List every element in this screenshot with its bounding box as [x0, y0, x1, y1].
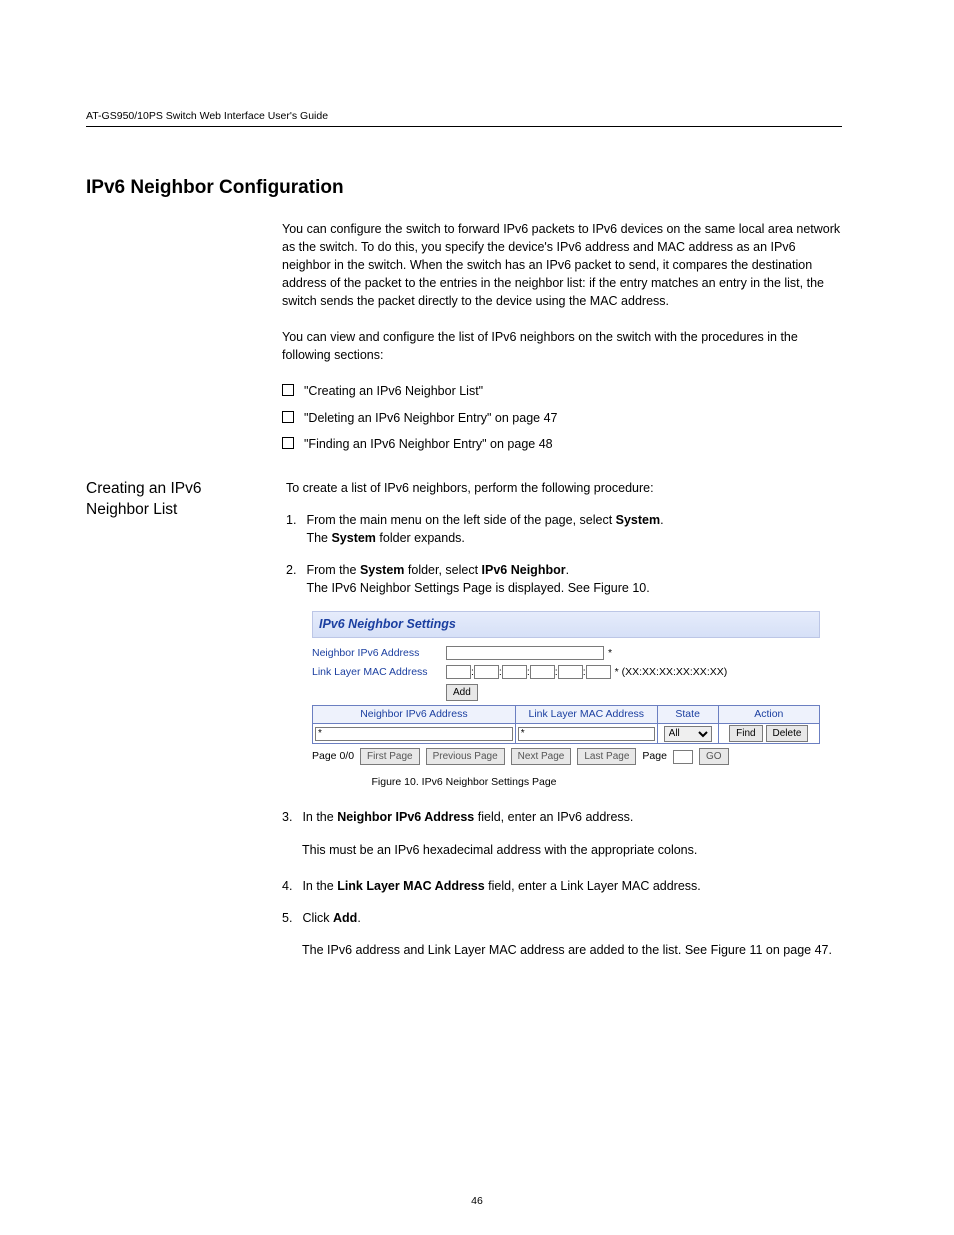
step-text: From the System folder, select IPv6 Neig… — [306, 563, 649, 595]
page-number: 46 — [0, 1195, 954, 1207]
list-item: "Finding an IPv6 Neighbor Entry" on page… — [282, 435, 842, 453]
step-text: From the main menu on the left side of t… — [306, 513, 663, 545]
step-5: 5. Click Add. — [282, 909, 842, 927]
step-5-note: The IPv6 address and Link Layer MAC addr… — [302, 941, 842, 959]
pagination-row: Page 0/0 First Page Previous Page Next P… — [312, 748, 820, 765]
intro-paragraph-2: You can view and configure the list of I… — [282, 328, 842, 364]
neighbor-table: Neighbor IPv6 Address Link Layer MAC Add… — [312, 705, 820, 744]
filter-mac-input[interactable] — [518, 727, 655, 741]
section-body: To create a list of IPv6 neighbors, perf… — [286, 479, 842, 612]
mac-octet-5[interactable] — [558, 665, 583, 679]
step-text: Click Add. — [302, 909, 360, 927]
mac-octet-4[interactable] — [530, 665, 555, 679]
add-button[interactable]: Add — [446, 684, 478, 701]
step-number: 1. — [286, 511, 296, 547]
col-state: State — [657, 705, 718, 723]
neighbor-ipv6-row: Neighbor IPv6 Address * — [312, 646, 820, 661]
delete-button[interactable]: Delete — [766, 725, 809, 742]
panel-title: IPv6 Neighbor Settings — [312, 611, 820, 637]
link-layer-mac-row: Link Layer MAC Address : : : : : * (XX:X… — [312, 665, 820, 680]
page-body: IPv6 Neighbor Configuration You can conf… — [86, 170, 842, 977]
step-3: 3. In the Neighbor IPv6 Address field, e… — [282, 808, 842, 826]
subsection-title: Creating an IPv6 Neighbor List — [86, 479, 256, 612]
link-layer-mac-label: Link Layer MAC Address — [312, 665, 446, 680]
mac-octet-1[interactable] — [446, 665, 471, 679]
required-star: * — [608, 646, 612, 661]
bullet-icon — [282, 411, 294, 423]
state-select[interactable]: All — [664, 726, 712, 742]
col-link-layer-mac: Link Layer MAC Address — [515, 705, 657, 723]
step-3-note: This must be an IPv6 hexadecimal address… — [302, 841, 842, 859]
intro-paragraph: You can configure the switch to forward … — [282, 220, 842, 311]
mac-format-hint: * (XX:XX:XX:XX:XX:XX) — [615, 665, 728, 680]
step-number: 2. — [286, 561, 296, 597]
find-button[interactable]: Find — [729, 725, 762, 742]
step-number: 4. — [282, 877, 292, 895]
bullet-icon — [282, 437, 294, 449]
step-text: In the Neighbor IPv6 Address field, ente… — [302, 808, 633, 826]
toc-list: "Creating an IPv6 Neighbor List" "Deleti… — [282, 382, 842, 452]
page-header: AT-GS950/10PS Switch Web Interface User'… — [86, 110, 842, 127]
previous-page-button[interactable]: Previous Page — [426, 748, 505, 765]
page-word: Page — [642, 749, 667, 764]
page-number-input[interactable] — [673, 750, 693, 764]
page-title: IPv6 Neighbor Configuration — [86, 174, 842, 202]
neighbor-ipv6-input[interactable] — [446, 646, 604, 660]
filter-ipv6-input[interactable] — [315, 727, 513, 741]
list-item: "Creating an IPv6 Neighbor List" — [282, 382, 842, 400]
col-neighbor-ipv6: Neighbor IPv6 Address — [313, 705, 516, 723]
col-action: Action — [718, 705, 819, 723]
ipv6-neighbor-settings-screenshot: IPv6 Neighbor Settings Neighbor IPv6 Add… — [312, 611, 820, 769]
step-2: 2. From the System folder, select IPv6 N… — [286, 561, 842, 597]
mac-octet-3[interactable] — [502, 665, 527, 679]
first-page-button[interactable]: First Page — [360, 748, 420, 765]
mac-octet-6[interactable] — [586, 665, 611, 679]
next-page-button[interactable]: Next Page — [511, 748, 572, 765]
bullet-icon — [282, 384, 294, 396]
header-rule — [86, 126, 842, 127]
toc-entry: "Deleting an IPv6 Neighbor Entry" on pag… — [304, 409, 557, 427]
list-item: "Deleting an IPv6 Neighbor Entry" on pag… — [282, 409, 842, 427]
mac-octet-2[interactable] — [474, 665, 499, 679]
step-4: 4. In the Link Layer MAC Address field, … — [282, 877, 842, 895]
neighbor-ipv6-label: Neighbor IPv6 Address — [312, 646, 446, 661]
steps-intro: To create a list of IPv6 neighbors, perf… — [286, 479, 842, 497]
toc-entry: "Finding an IPv6 Neighbor Entry" on page… — [304, 435, 553, 453]
figure-caption: Figure 10. IPv6 Neighbor Settings Page — [86, 775, 842, 790]
page-counter: Page 0/0 — [312, 749, 354, 764]
step-number: 5. — [282, 909, 292, 927]
toc-entry: "Creating an IPv6 Neighbor List" — [304, 382, 483, 400]
header-guide-title: AT-GS950/10PS Switch Web Interface User'… — [86, 110, 328, 122]
step-text: In the Link Layer MAC Address field, ent… — [302, 877, 700, 895]
step-1: 1. From the main menu on the left side o… — [286, 511, 842, 547]
go-button[interactable]: GO — [699, 748, 729, 765]
last-page-button[interactable]: Last Page — [577, 748, 636, 765]
step-number: 3. — [282, 808, 292, 826]
